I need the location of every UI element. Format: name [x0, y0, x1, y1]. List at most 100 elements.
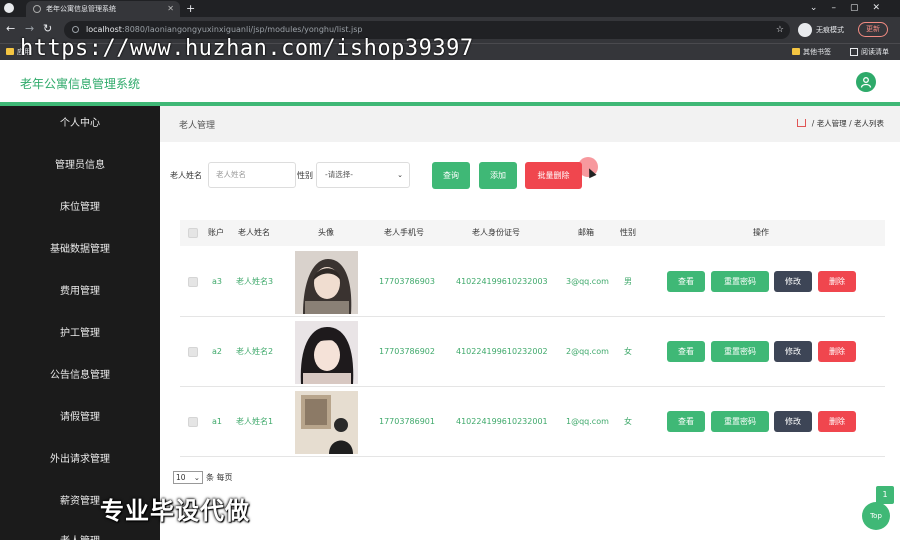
update-button[interactable]: 更新: [858, 22, 888, 37]
sidebar-item-fees[interactable]: 费用管理: [0, 282, 160, 302]
sidebar: 个人中心 管理员信息 床位管理 基础数据管理 费用管理 护工管理 公告信息管理 …: [0, 106, 160, 540]
view-button[interactable]: 查看: [667, 271, 705, 292]
app-title: 老年公寓信息管理系统: [20, 77, 141, 91]
phone-cell: 17703786901: [379, 417, 435, 426]
edit-button[interactable]: 修改: [774, 341, 812, 362]
edit-button[interactable]: 修改: [774, 411, 812, 432]
name-label: 老人姓名: [170, 171, 202, 180]
gender-label: 性别: [297, 171, 313, 180]
url-path: :8080/laoniangongyuxinxiguanli/jsp/modul…: [121, 25, 363, 34]
gender-cell: 女: [624, 417, 632, 426]
back-to-top-button[interactable]: Top: [862, 502, 890, 530]
gender-select[interactable]: -请选择- ⌄: [316, 162, 410, 188]
sidebar-item-basic-data[interactable]: 基础数据管理: [0, 240, 160, 260]
folder-icon: [6, 48, 14, 55]
breadcrumb: / 老人管理 / 老人列表: [797, 118, 884, 129]
avatar-photo: [295, 251, 358, 314]
batch-delete-button[interactable]: 批量删除: [525, 162, 582, 189]
reset-password-button[interactable]: 重置密码: [711, 411, 769, 432]
reset-password-button[interactable]: 重置密码: [711, 341, 769, 362]
column-header: 邮箱: [578, 228, 594, 237]
sidebar-item-outing[interactable]: 外出请求管理: [0, 450, 160, 470]
chevron-down-icon: ⌄: [193, 473, 200, 482]
sidebar-item-caregivers[interactable]: 护工管理: [0, 324, 160, 344]
watermark-url: https://www.huzhan.com/ishop39397: [20, 36, 474, 61]
avatar-photo: [295, 321, 358, 384]
star-icon[interactable]: ☆: [776, 21, 784, 39]
sidebar-item-leave[interactable]: 请假管理: [0, 408, 160, 428]
chevron-down-icon: ⌄: [397, 171, 403, 179]
url-host: localhost: [86, 25, 122, 34]
main-content: 老人管理 / 老人管理 / 老人列表 老人姓名 老人姓名 性别 -请选择- ⌄ …: [160, 106, 900, 540]
reset-password-button[interactable]: 重置密码: [711, 271, 769, 292]
browser-tabbar: 老年公寓信息管理系统 ✕ + ⌄–▢✕: [0, 0, 900, 17]
id-card-cell: 410224199610232003: [456, 277, 548, 286]
table-row: a2 老人姓名2 17703786902 410224199610232002 …: [180, 317, 885, 387]
info-icon: [72, 26, 79, 33]
globe-icon: [33, 5, 41, 13]
account-cell: a3: [212, 277, 222, 286]
row-checkbox[interactable]: [188, 417, 198, 427]
bookmark-label: 阅读清单: [861, 48, 889, 56]
gender-cell: 女: [624, 347, 632, 356]
reload-icon[interactable]: ↻: [43, 22, 52, 35]
reading-list-icon: [850, 48, 858, 56]
column-header: 老人姓名: [238, 228, 270, 237]
id-card-cell: 410224199610232001: [456, 417, 548, 426]
phone-cell: 17703786903: [379, 277, 435, 286]
view-button[interactable]: 查看: [667, 341, 705, 362]
new-tab-icon[interactable]: +: [186, 0, 195, 17]
bookmark-reading-list[interactable]: 阅读清单: [850, 44, 889, 60]
name-search-input[interactable]: 老人姓名: [208, 162, 296, 188]
incognito-icon: [798, 23, 812, 37]
forward-icon[interactable]: →: [25, 22, 34, 35]
sidebar-item-notices[interactable]: 公告信息管理: [0, 366, 160, 386]
user-icon: [860, 77, 872, 88]
email-cell: 3@qq.com: [566, 277, 609, 286]
id-card-cell: 410224199610232002: [456, 347, 548, 356]
breadcrumb-item[interactable]: 老人管理: [817, 119, 847, 128]
tab-title: 老年公寓信息管理系统: [46, 5, 116, 13]
column-header: 头像: [318, 228, 334, 237]
app-header: 老年公寓信息管理系统: [0, 60, 900, 102]
column-header: 操作: [753, 228, 769, 237]
row-checkbox[interactable]: [188, 347, 198, 357]
avatar-photo: [295, 391, 358, 454]
name-cell: 老人姓名3: [236, 277, 274, 286]
phone-cell: 17703786902: [379, 347, 435, 356]
close-tab-icon[interactable]: ✕: [167, 1, 174, 17]
table-row: a1 老人姓名1 17703786901 410224199610232001 …: [180, 387, 885, 457]
view-button[interactable]: 查看: [667, 411, 705, 432]
account-cell: a1: [212, 417, 222, 426]
page-size-select[interactable]: 10 ⌄: [173, 471, 203, 484]
select-all-checkbox[interactable]: [188, 228, 198, 238]
watermark-text: 专业毕设代做: [100, 497, 250, 525]
home-icon[interactable]: [797, 119, 807, 127]
sidebar-item-beds[interactable]: 床位管理: [0, 198, 160, 218]
sidebar-item-profile[interactable]: 个人中心: [0, 114, 160, 134]
browser-tab[interactable]: 老年公寓信息管理系统 ✕: [26, 1, 180, 17]
gender-cell: 男: [624, 277, 632, 286]
user-avatar-button[interactable]: [856, 72, 876, 92]
name-cell: 老人姓名2: [236, 347, 274, 356]
bookmark-label: 其他书签: [803, 48, 831, 56]
sidebar-item-admins[interactable]: 管理员信息: [0, 156, 160, 176]
incognito-indicator[interactable]: 无痕模式: [798, 23, 844, 37]
column-header: 老人手机号: [384, 228, 424, 237]
delete-button[interactable]: 删除: [818, 411, 856, 432]
edit-button[interactable]: 修改: [774, 271, 812, 292]
delete-button[interactable]: 删除: [818, 271, 856, 292]
add-button[interactable]: 添加: [479, 162, 517, 189]
back-icon[interactable]: ←: [6, 22, 15, 35]
delete-button[interactable]: 删除: [818, 341, 856, 362]
window-controls[interactable]: ⌄–▢✕: [810, 0, 894, 17]
pagination: 10 ⌄ 条 每页: [173, 471, 233, 484]
page-header-bar: 老人管理 / 老人管理 / 老人列表: [160, 106, 900, 142]
folder-icon: [792, 48, 800, 55]
sidebar-item-elders[interactable]: 老人管理: [0, 532, 160, 540]
bookmark-other[interactable]: 其他书签: [792, 44, 831, 60]
search-button[interactable]: 查询: [432, 162, 470, 189]
name-cell: 老人姓名1: [236, 417, 274, 426]
row-checkbox[interactable]: [188, 277, 198, 287]
browser-menu-icon[interactable]: [4, 3, 14, 13]
